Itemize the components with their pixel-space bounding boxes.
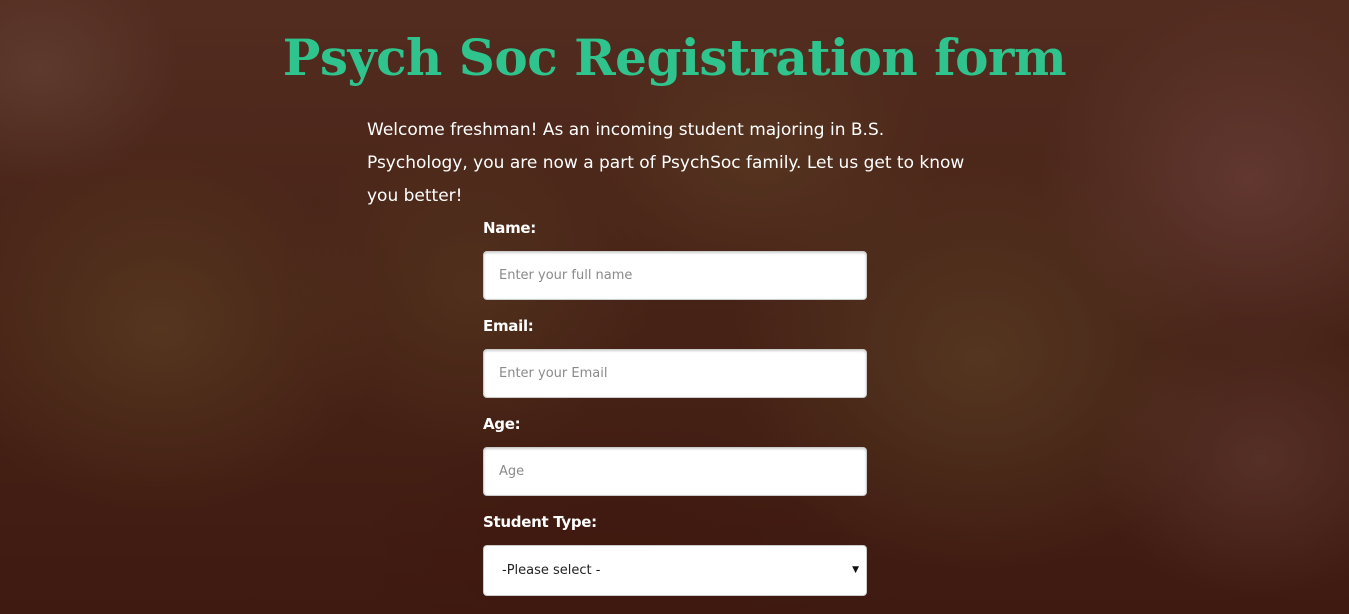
triangle-down-icon: ▼	[852, 565, 859, 575]
student-type-selected-value: -Please select -	[502, 563, 601, 578]
name-field-group: Name:	[483, 218, 867, 300]
email-field-group: Email:	[483, 316, 867, 398]
page-title: Psych Soc Registration form	[282, 28, 1067, 87]
email-label: Email:	[483, 317, 534, 335]
student-type-field-group: Student Type: -Please select - ▼	[483, 512, 867, 596]
age-input[interactable]	[483, 447, 867, 496]
name-label: Name:	[483, 219, 536, 237]
student-type-label: Student Type:	[483, 513, 597, 531]
age-field-group: Age:	[483, 414, 867, 496]
email-input[interactable]	[483, 349, 867, 398]
name-input[interactable]	[483, 251, 867, 300]
age-label: Age:	[483, 415, 521, 433]
student-type-select[interactable]: -Please select - ▼	[483, 545, 867, 596]
registration-form: Name: Email: Age: Student Type: -Please …	[483, 218, 867, 612]
intro-text: Welcome freshman! As an incoming student…	[367, 120, 965, 206]
